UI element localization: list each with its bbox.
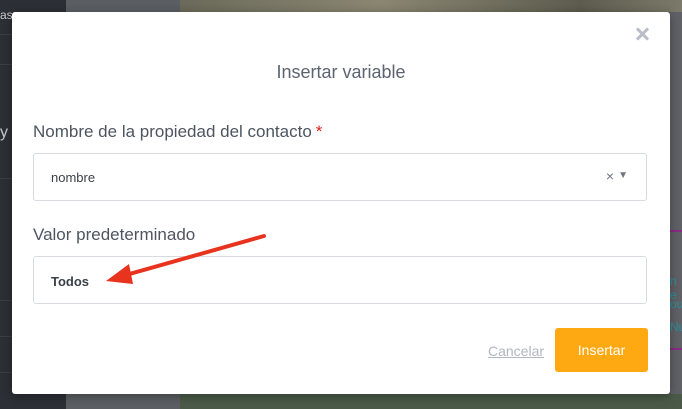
background-accent-bar: [670, 348, 682, 350]
contact-property-select[interactable]: nombre × ▼: [33, 153, 647, 201]
contact-property-label: Nombre de la propiedad del contacto *: [33, 122, 322, 142]
default-value-label: Valor predeterminado: [33, 225, 196, 244]
insert-button[interactable]: Insertar: [555, 328, 648, 372]
default-value-input[interactable]: Todos: [33, 256, 647, 304]
required-marker: *: [315, 122, 323, 141]
contact-property-label-text: Nombre de la propiedad del contacto: [33, 122, 312, 141]
background-accent-bar: [670, 230, 682, 232]
insert-variable-dialog: Insertar variable Nombre de la propiedad…: [12, 12, 670, 394]
chevron-down-icon[interactable]: ▼: [618, 170, 628, 181]
clear-icon[interactable]: ×: [606, 168, 614, 184]
background-right-panel: n e ou Nu: [670, 12, 682, 409]
background-bottom-strip: [180, 394, 682, 409]
background-sidebar-fragment: as: [0, 8, 13, 22]
background-image-strip: [180, 0, 682, 12]
background-right-fragment: Nu: [670, 320, 682, 334]
background-right-fragment: ou: [670, 297, 682, 311]
background-sidebar-fragment: y: [0, 124, 8, 141]
contact-property-value: nombre: [51, 170, 96, 185]
dialog-title: Insertar variable: [276, 62, 406, 82]
default-value-text: Todos: [51, 274, 90, 289]
cancel-link[interactable]: Cancelar: [488, 343, 544, 359]
close-icon[interactable]: [634, 26, 650, 42]
